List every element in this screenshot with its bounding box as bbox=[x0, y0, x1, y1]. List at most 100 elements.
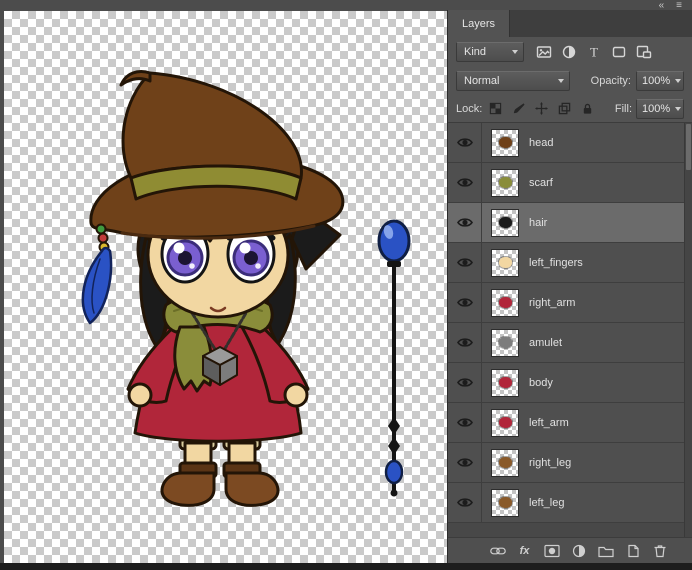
lock-all-icon[interactable] bbox=[578, 100, 597, 118]
layer-thumbnail-art bbox=[498, 217, 512, 228]
adjustment-layers-filter-icon[interactable] bbox=[558, 42, 580, 62]
layer-thumbnail[interactable] bbox=[491, 328, 519, 357]
layer-row[interactable]: right_arm bbox=[448, 283, 684, 323]
layer-thumbnail[interactable] bbox=[491, 408, 519, 437]
new-group-icon[interactable] bbox=[597, 543, 614, 559]
svg-text:T: T bbox=[590, 45, 598, 60]
hat-art bbox=[89, 70, 345, 240]
window-top-bar: « ≡ bbox=[0, 0, 692, 10]
layer-thumbnail[interactable] bbox=[491, 288, 519, 317]
layer-thumbnail-art bbox=[498, 137, 512, 148]
layer-thumbnail[interactable] bbox=[491, 488, 519, 517]
layer-thumbnail[interactable] bbox=[491, 128, 519, 157]
lock-artboard-nesting-icon[interactable] bbox=[555, 100, 574, 118]
staff-art bbox=[377, 219, 411, 497]
layer-name: right_leg bbox=[529, 456, 572, 469]
visibility-toggle[interactable] bbox=[448, 283, 482, 322]
scrollbar-thumb[interactable] bbox=[686, 124, 691, 170]
lock-image-pixels-icon[interactable] bbox=[509, 100, 528, 118]
layer-row[interactable]: body bbox=[448, 363, 684, 403]
visibility-toggle[interactable] bbox=[448, 123, 482, 162]
feather-charm-art bbox=[81, 223, 113, 325]
pixel-layers-filter-icon[interactable] bbox=[533, 42, 555, 62]
window-bottom-bar bbox=[0, 563, 692, 570]
fill-value-dropdown[interactable]: 100% bbox=[636, 98, 684, 119]
layer-thumbnail[interactable] bbox=[491, 168, 519, 197]
opacity-label: Opacity: bbox=[590, 75, 631, 87]
layer-thumbnail[interactable] bbox=[491, 368, 519, 397]
opacity-value-dropdown[interactable]: 100% bbox=[636, 71, 684, 91]
layers-list: head scarf hair left_fingers right_arm a… bbox=[448, 122, 692, 537]
canvas-area bbox=[0, 10, 447, 563]
layer-name: body bbox=[529, 376, 553, 389]
eye-icon bbox=[456, 138, 473, 147]
layer-thumbnail-art bbox=[498, 417, 512, 428]
layer-thumbnail[interactable] bbox=[491, 208, 519, 237]
layer-name: hair bbox=[529, 216, 548, 229]
visibility-toggle[interactable] bbox=[448, 363, 482, 402]
panel-tab-bar: Layers bbox=[448, 10, 692, 37]
lock-label: Lock: bbox=[456, 102, 483, 115]
layer-row[interactable]: amulet bbox=[448, 323, 684, 363]
layer-name: right_arm bbox=[529, 296, 576, 309]
kind-filter-dropdown[interactable]: Kind bbox=[456, 42, 524, 62]
eye-icon bbox=[456, 458, 473, 467]
layer-name: amulet bbox=[529, 336, 563, 349]
layer-row[interactable]: right_leg bbox=[448, 443, 684, 483]
collapse-panels-icon[interactable]: « bbox=[659, 0, 665, 10]
eye-icon bbox=[456, 338, 473, 347]
delete-layer-icon[interactable] bbox=[651, 543, 668, 559]
layer-row[interactable]: hair bbox=[448, 203, 684, 243]
layer-thumbnail-art bbox=[498, 497, 512, 508]
layer-thumbnail-art bbox=[498, 297, 512, 308]
new-adjustment-layer-icon[interactable] bbox=[570, 543, 587, 559]
layer-name: left_arm bbox=[529, 416, 569, 429]
photoshop-window: « ≡ Layers Kind T Normal Opacity: 100% L… bbox=[0, 0, 692, 570]
eye-icon bbox=[456, 178, 473, 187]
visibility-toggle[interactable] bbox=[448, 483, 482, 522]
kind-filter-label: Kind bbox=[464, 46, 487, 58]
layer-thumbnail[interactable] bbox=[491, 448, 519, 477]
layer-thumbnail-art bbox=[498, 257, 512, 268]
lock-position-icon[interactable] bbox=[532, 100, 551, 118]
new-layer-icon[interactable] bbox=[624, 543, 641, 559]
layer-name: head bbox=[529, 136, 554, 149]
lock-transparent-pixels-icon[interactable] bbox=[486, 100, 505, 118]
layer-filter-row: Kind T bbox=[448, 37, 692, 67]
visibility-toggle[interactable] bbox=[448, 443, 482, 482]
chevron-down-icon bbox=[558, 79, 564, 83]
shape-layers-filter-icon[interactable] bbox=[608, 42, 630, 62]
visibility-toggle[interactable] bbox=[448, 243, 482, 282]
layer-thumbnail-art bbox=[498, 377, 512, 388]
blend-opacity-row: Normal Opacity: 100% bbox=[448, 67, 692, 95]
visibility-toggle[interactable] bbox=[448, 203, 482, 242]
layer-row[interactable]: left_arm bbox=[448, 403, 684, 443]
eye-icon bbox=[456, 298, 473, 307]
opacity-value: 100% bbox=[642, 75, 671, 87]
visibility-toggle[interactable] bbox=[448, 323, 482, 362]
panel-group-menu-icon[interactable]: ≡ bbox=[676, 0, 682, 10]
blend-mode-dropdown[interactable]: Normal bbox=[456, 71, 570, 91]
layer-styles-fx-icon[interactable]: fx bbox=[516, 543, 533, 559]
layers-scrollbar[interactable] bbox=[684, 123, 692, 537]
layers-panel: Layers Kind T Normal Opacity: 100% Lock:… bbox=[447, 10, 692, 563]
type-layers-filter-icon[interactable]: T bbox=[583, 42, 605, 62]
layer-row[interactable]: head bbox=[448, 123, 684, 163]
layer-row[interactable]: left_leg bbox=[448, 483, 684, 523]
link-layers-icon[interactable] bbox=[489, 543, 506, 559]
tab-layers[interactable]: Layers bbox=[448, 10, 511, 37]
fill-value: 100% bbox=[642, 102, 671, 115]
add-layer-mask-icon[interactable] bbox=[543, 543, 560, 559]
character-artwork bbox=[81, 70, 411, 507]
document-canvas[interactable] bbox=[4, 11, 447, 563]
layer-row[interactable]: scarf bbox=[448, 163, 684, 203]
smart-object-filter-icon[interactable] bbox=[633, 42, 655, 62]
visibility-toggle[interactable] bbox=[448, 403, 482, 442]
chevron-down-icon bbox=[675, 106, 682, 111]
blend-mode-value: Normal bbox=[464, 75, 500, 87]
layer-thumbnail[interactable] bbox=[491, 248, 519, 277]
layer-row[interactable]: left_fingers bbox=[448, 243, 684, 283]
visibility-toggle[interactable] bbox=[448, 163, 482, 202]
eye-icon bbox=[456, 258, 473, 267]
eye-icon bbox=[456, 218, 473, 227]
